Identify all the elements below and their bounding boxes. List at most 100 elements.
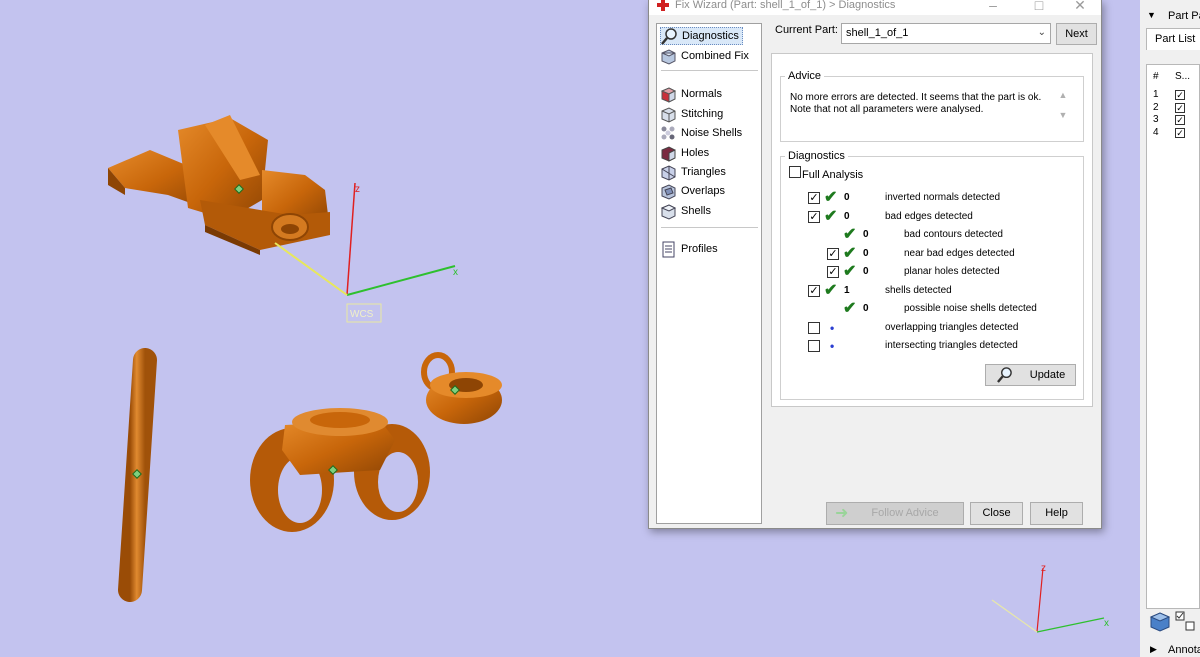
lv-pendant-model <box>108 115 330 255</box>
diagnostic-row: ✓ ✔ 0 inverted normals detected <box>772 189 1092 207</box>
green-check-icon: ✔ <box>824 189 838 206</box>
diagnostic-checkbox[interactable]: ✓ <box>827 266 839 278</box>
diagnostic-checkbox[interactable] <box>808 321 820 334</box>
part-visible-checkbox[interactable]: ✓ <box>1175 127 1185 138</box>
close-window-icon[interactable]: ✕ <box>1070 0 1090 14</box>
collapse-triangle-icon[interactable]: ▼ <box>1147 10 1156 20</box>
triad-z-label: z <box>1041 563 1046 574</box>
diagnostic-row: • overlapping triangles detected <box>772 321 1092 337</box>
fix-wizard-dialog: Fix Wizard (Part: shell_1_of_1) > Diagno… <box>648 0 1102 529</box>
nav-item-noise-shells[interactable]: Noise Shells <box>660 124 742 142</box>
part-list: # S... 1 ✓ 2 ✓ 3 ✓ 4 ✓ <box>1146 64 1200 609</box>
magnifier-icon <box>996 367 1012 383</box>
nav-item-shells[interactable]: Shells <box>660 202 711 220</box>
diagnostic-count: 0 <box>844 210 850 222</box>
part-visible-checkbox[interactable]: ✓ <box>1175 115 1185 125</box>
diagnostic-row: ✓ ✔ 0 near bad edges detected <box>772 244 1092 263</box>
part-pages-panel: ▼ Part Pa Part List # S... 1 ✓ 2 ✓ 3 ✓ 4 ✓ ▶ An… <box>1140 0 1200 657</box>
nav-item-stitching[interactable]: Stitching <box>660 105 723 123</box>
nav-separator <box>661 70 758 71</box>
diagnostics-legend: Diagnostics <box>788 150 845 162</box>
green-check-icon: ✔ <box>843 244 857 262</box>
checklist-icon[interactable] <box>1174 610 1196 632</box>
nav-label: Triangles <box>681 166 726 178</box>
full-analysis-checkbox[interactable] <box>789 166 801 178</box>
nav-item-profiles[interactable]: Profiles <box>660 240 718 258</box>
diagnostic-checkbox[interactable]: ✓ <box>827 247 839 260</box>
advice-legend: Advice <box>788 70 822 82</box>
stitching-icon <box>661 106 676 123</box>
current-part-select[interactable]: shell_1_of_1 ⌄ <box>841 23 1051 44</box>
part-panel-title: Part Pa <box>1168 10 1200 22</box>
update-button[interactable]: Update <box>985 364 1076 386</box>
overlaps-icon <box>661 183 676 200</box>
expand-triangle-icon[interactable]: ▶ <box>1150 644 1157 655</box>
nav-item-holes[interactable]: Holes <box>660 144 709 162</box>
part-list-tab-label: Part List <box>1155 33 1196 45</box>
next-button[interactable]: Next <box>1056 23 1097 45</box>
follow-advice-label: Follow Advice <box>871 507 939 519</box>
part-list-tab[interactable]: Part List <box>1146 28 1200 50</box>
part-visible-checkbox[interactable]: ✓ <box>1175 102 1185 113</box>
nav-item-triangles[interactable]: Triangles <box>660 163 726 181</box>
diagnostic-checkbox[interactable] <box>808 340 820 352</box>
follow-advice-button[interactable]: ➜ Follow Advice <box>826 502 964 525</box>
wcs-label: WCS <box>350 309 374 320</box>
axis-x-label: x <box>453 267 458 278</box>
full-analysis-label: Full Analysis <box>802 169 864 181</box>
advice-scrollbar[interactable]: ▲ ▼ <box>1056 90 1070 130</box>
cube-icon[interactable] <box>1148 610 1172 634</box>
diagnostic-count: 0 <box>844 192 850 203</box>
col-header-s: S... <box>1175 71 1191 82</box>
diagnostic-count: 0 <box>863 229 869 240</box>
green-check-icon: ✔ <box>843 226 857 243</box>
diagnostic-label: possible noise shells detected <box>904 303 1037 314</box>
blue-dot-icon: • <box>830 339 835 353</box>
rod-model <box>118 348 157 602</box>
chevron-down-icon: ⌄ <box>1037 27 1046 38</box>
close-button[interactable]: Close <box>970 502 1023 525</box>
green-check-icon: ✔ <box>843 300 857 317</box>
nav-item-diagnostics[interactable]: Diagnostics <box>660 27 743 45</box>
diagnostics-panel: Advice No more errors are detected. It s… <box>771 53 1093 407</box>
help-button[interactable]: Help <box>1030 502 1083 525</box>
advice-line-1: No more errors are detected. It seems th… <box>790 92 1042 103</box>
diagnostic-label: bad edges detected <box>885 210 973 222</box>
diagnostic-checkbox[interactable]: ✓ <box>808 192 820 204</box>
diagnostic-count: 0 <box>863 247 869 259</box>
part-row-number: 3 <box>1153 114 1159 125</box>
diagnostic-row: ✓ ✔ 0 bad edges detected <box>772 208 1092 226</box>
maximize-icon[interactable]: □ <box>1029 0 1049 13</box>
profiles-icon <box>662 241 675 257</box>
diagnostic-row: ✓ ✔ 0 planar holes detected <box>772 264 1092 281</box>
combined-fix-icon <box>661 48 676 65</box>
nav-item-normals[interactable]: Normals <box>660 85 722 103</box>
small-pendant-model <box>421 352 502 424</box>
nav-label: Profiles <box>681 243 718 255</box>
green-check-icon: ✔ <box>824 281 838 299</box>
part-visible-checkbox[interactable]: ✓ <box>1175 90 1185 100</box>
diagnostic-label: shells detected <box>885 284 952 296</box>
dialog-title: Fix Wizard (Part: shell_1_of_1) > Diagno… <box>675 0 896 11</box>
diagnostic-checkbox[interactable]: ✓ <box>808 284 820 297</box>
part-tool-icons[interactable] <box>1148 610 1200 634</box>
diagnostic-label: intersecting triangles detected <box>885 340 1018 351</box>
diagnostic-checkbox[interactable]: ✓ <box>808 210 820 223</box>
diagnostic-label: planar holes detected <box>904 266 1000 277</box>
current-part-label: Current Part: <box>775 24 838 36</box>
minimize-icon[interactable]: – <box>983 0 1003 13</box>
nav-label: Stitching <box>681 108 724 120</box>
diagnostic-row: ✓ ✔ 1 shells detected <box>772 281 1092 300</box>
diagnostic-row: • intersecting triangles detected <box>772 339 1092 355</box>
dialog-titlebar[interactable]: Fix Wizard (Part: shell_1_of_1) > Diagno… <box>649 0 1101 15</box>
advice-text: No more errors are detected. It seems th… <box>790 92 1050 116</box>
nav-item-overlaps[interactable]: Overlaps <box>660 182 725 200</box>
holes-icon <box>661 145 676 162</box>
blue-dot-icon: • <box>830 320 835 335</box>
normals-icon <box>660 86 677 103</box>
diagnostic-count: 1 <box>844 284 850 296</box>
part-row-number: 1 <box>1153 89 1159 100</box>
triad-x-label: x <box>1104 618 1109 629</box>
nav-item-combined-fix[interactable]: Combined Fix <box>660 47 749 65</box>
shells-icon <box>660 203 677 220</box>
